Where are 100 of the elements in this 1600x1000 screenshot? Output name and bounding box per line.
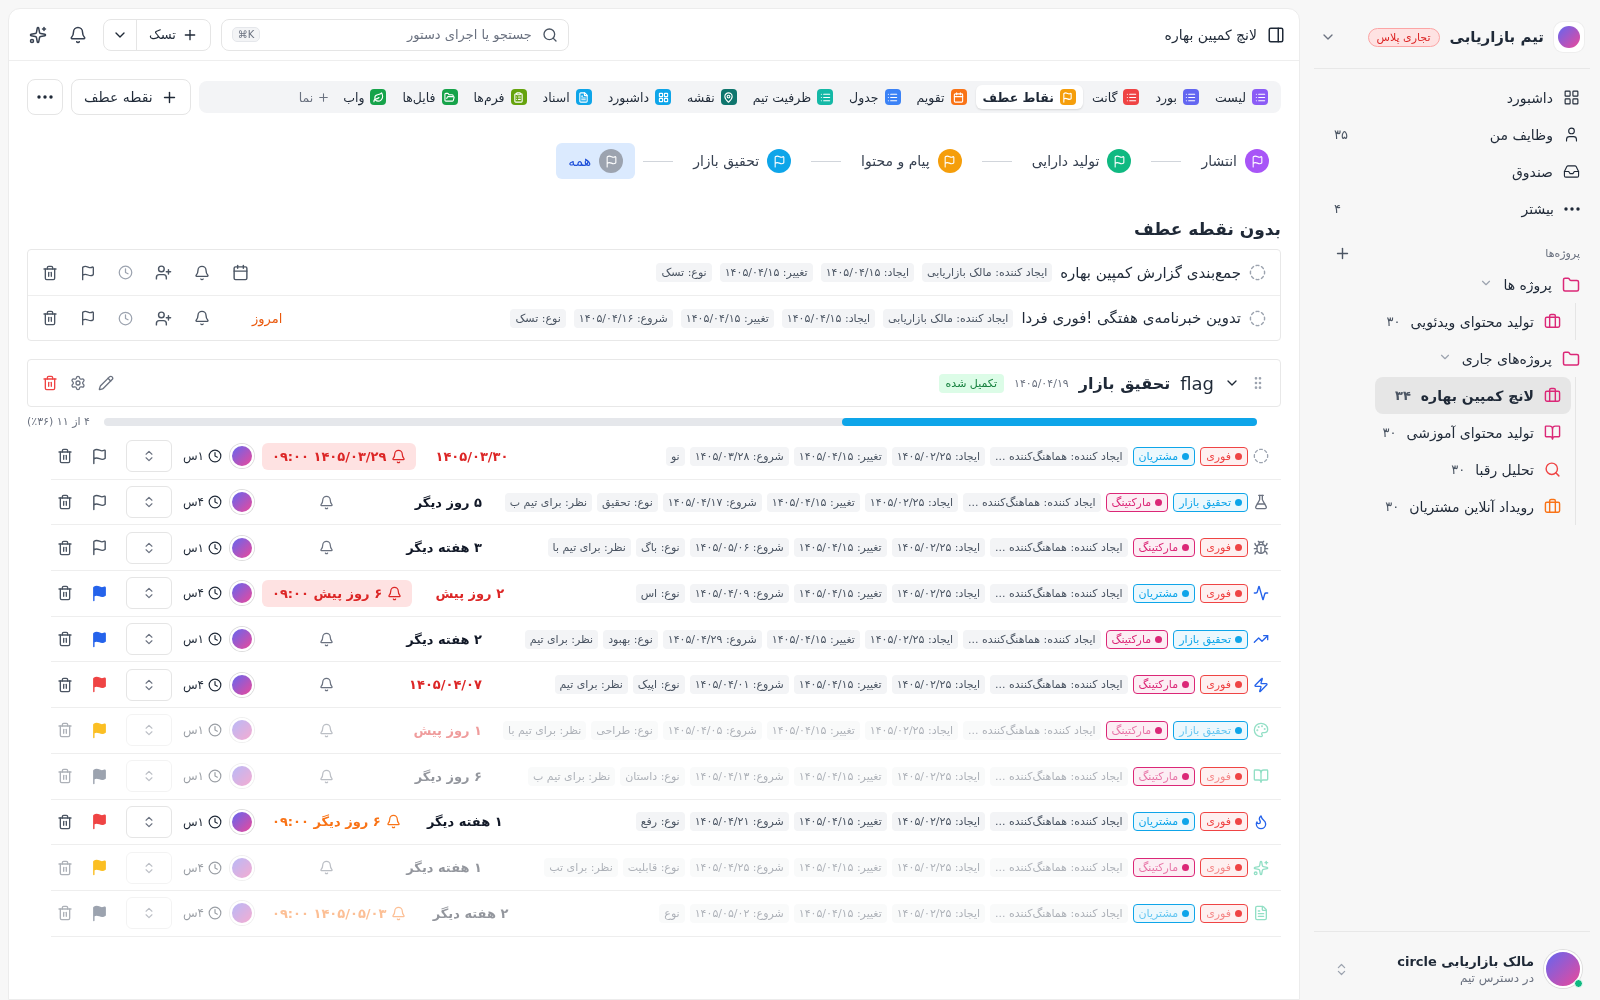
task-row[interactable]: تحقیق بازار مارکتینگ ایجاد کننده: هماهنگ‌کننده ... ایجاد: ۱۴۰۵/۰۲/۲۵ تغییر: ۱۴۰۵/۰۴/۱۵ شروع: ۱۴۰۵/۰۴/۲۹ نوع: بهبود نظر: برای تیم ۲ هفته دیگر ۱س bbox=[51, 616, 1281, 663]
delete-icon[interactable] bbox=[42, 310, 58, 326]
folder-item[interactable]: پروژه‌های جاری bbox=[1417, 340, 1590, 377]
view-tab[interactable]: فایل‌ها bbox=[395, 85, 465, 109]
project-item[interactable]: تولید محتوای آموزشی ۳۰ bbox=[1362, 414, 1571, 451]
due-date: ۲ هفته دیگر bbox=[431, 905, 509, 921]
milestone-filter[interactable]: پیام و محتوا bbox=[849, 143, 974, 179]
view-tab[interactable]: واب bbox=[336, 85, 394, 109]
add-view-button[interactable]: نما bbox=[294, 89, 335, 105]
task-row[interactable]: فوری مارکتینگ ایجاد کننده: هماهنگ‌کننده ... ایجاد: ۱۴۰۵/۰۲/۲۵ تغییر: ۱۴۰۵/۰۴/۱۵ شروع: ۱۴۰۵/۰۴/۰۱ نوع: اپیک نظر: برای تیم ۱۴۰۵/۰۴/۰۷ ۴س bbox=[51, 662, 1281, 709]
milestone-filter[interactable]: همه bbox=[556, 143, 636, 179]
view-tab[interactable]: نقاط عطف bbox=[975, 85, 1083, 109]
task-row[interactable]: تحقیق بازار مارکتینگ ایجاد کننده: هماهنگ‌کننده ... ایجاد: ۱۴۰۵/۰۲/۲۵ تغییر: ۱۴۰۵/۰۴/۱۵ شروع: ۱۴۰۵/۰۴/۱۷ نوع: تحقیق نظر: برای تیم ب ۵ روز دیگر ۴س bbox=[51, 479, 1281, 526]
delete-icon[interactable] bbox=[57, 813, 73, 830]
clock-icon bbox=[208, 723, 222, 738]
edit-icon[interactable] bbox=[98, 375, 114, 391]
milestone-filter[interactable]: تولید دارایی bbox=[1019, 143, 1144, 179]
user-icon bbox=[1563, 126, 1580, 143]
assign-icon[interactable] bbox=[155, 309, 172, 327]
flag-icon[interactable] bbox=[91, 584, 108, 602]
task-row[interactable]: فوری مشتریان ایجاد کننده: هماهنگ‌کننده ... ایجاد: ۱۴۰۵/۰۲/۲۵ تغییر: ۱۴۰۵/۰۴/۱۵ شروع: ۱۴۰۵/۰۴/۲۱ نوع: رفع ۱ هفته دیگر ۶ روز دیگر ۰۹:۰۰ ۱س bbox=[51, 799, 1281, 846]
nav-item[interactable]: بیشتر ۴ bbox=[1314, 190, 1590, 227]
delete-icon[interactable] bbox=[57, 631, 73, 648]
flag-icon[interactable] bbox=[91, 813, 108, 831]
section-label: پروژه‌ها bbox=[1545, 247, 1580, 260]
view-tab[interactable]: لیست bbox=[1208, 85, 1275, 109]
sidebar-toggle-icon[interactable] bbox=[1267, 25, 1285, 44]
delete-icon[interactable] bbox=[57, 448, 73, 465]
view-tab[interactable]: فرم‌ها bbox=[466, 85, 534, 109]
avatar bbox=[230, 627, 254, 652]
dashed-circle-icon[interactable] bbox=[1249, 264, 1266, 281]
view-tab[interactable]: داشبورد bbox=[600, 85, 679, 109]
settings-icon[interactable] bbox=[70, 375, 86, 391]
task-row[interactable]: فوری مشتریان ایجاد کننده: هماهنگ‌کننده ... ایجاد: ۱۴۰۵/۰۲/۲۵ تغییر: ۱۴۰۵/۰۴/۱۵ شروع: ۱۴۰۵/۰۴/۰۹ نوع: اس ۲ روز پیش ۶ روز پیش ۰۹:۰۰ ۴س bbox=[51, 571, 1281, 617]
avatar bbox=[230, 490, 254, 515]
milestone-filter[interactable]: انتشار bbox=[1189, 143, 1281, 179]
due-date: امروز bbox=[252, 310, 283, 326]
reminder[interactable]: ۶ روز پیش ۰۹:۰۰ bbox=[262, 579, 413, 607]
estimate-text: ۱س bbox=[182, 814, 204, 829]
flag-icon[interactable] bbox=[80, 310, 96, 326]
flag-icon[interactable] bbox=[80, 264, 96, 281]
view-tab[interactable]: بورد bbox=[1148, 85, 1206, 109]
flag-icon[interactable] bbox=[91, 447, 108, 465]
meta-chip: نظر: برای تیم bbox=[554, 675, 628, 695]
search-input[interactable]: جستجو یا اجرای دستور bbox=[268, 26, 534, 43]
view-tab[interactable]: ظرفیت تیم bbox=[745, 85, 841, 109]
tag: فوری bbox=[1200, 858, 1248, 878]
flag-icon[interactable] bbox=[91, 539, 108, 557]
delete-icon[interactable] bbox=[42, 264, 58, 281]
assign-icon[interactable] bbox=[155, 264, 172, 281]
clock-icon[interactable] bbox=[118, 310, 133, 326]
tag: مشتریان bbox=[1132, 446, 1196, 466]
delete-icon[interactable] bbox=[42, 375, 58, 391]
nav-item[interactable]: داشبورد bbox=[1314, 79, 1590, 116]
bell-icon bbox=[318, 860, 334, 876]
avatar bbox=[230, 672, 254, 697]
view-tab[interactable]: نقشه bbox=[680, 85, 744, 109]
flame-icon bbox=[1253, 813, 1269, 830]
clock-icon[interactable] bbox=[118, 265, 133, 280]
view-tab[interactable]: اسناد bbox=[535, 85, 599, 109]
milestone-filter[interactable]: تحقیق بازار bbox=[681, 143, 804, 179]
project-item[interactable]: تحلیل رقبا ۳۰ bbox=[1431, 451, 1571, 488]
view-tab[interactable]: تقویم bbox=[909, 85, 974, 109]
project-item[interactable]: لانچ کمپین بهاره ۳۴ bbox=[1374, 377, 1571, 414]
view-tab[interactable]: جدول bbox=[842, 85, 908, 109]
task-row[interactable]: فوری مارکتینگ ایجاد کننده: هماهنگ‌کننده ... ایجاد: ۱۴۰۵/۰۲/۲۵ تغییر: ۱۴۰۵/۰۴/۱۵ شروع: ۱۴۰۵/۰۵/۰۶ نوع: باگ نظر: برای تیم با ۳ هفته دیگر ۱س bbox=[51, 525, 1281, 572]
flag-icon[interactable] bbox=[91, 493, 108, 511]
more-button[interactable] bbox=[27, 79, 63, 115]
meta-chip: شروع: ۱۴۰۵/۰۴/۱۷ bbox=[662, 492, 762, 512]
add-icon[interactable] bbox=[1334, 245, 1351, 262]
tag: مارکتینگ bbox=[1105, 492, 1169, 512]
dashed-circle-icon[interactable] bbox=[1249, 309, 1266, 327]
delete-icon[interactable] bbox=[57, 539, 73, 556]
project-item[interactable]: تولید محتوای ویدئویی ۳۰ bbox=[1366, 303, 1571, 340]
delete-icon[interactable] bbox=[57, 494, 73, 511]
calendar-icon[interactable] bbox=[232, 264, 249, 281]
reminder[interactable]: ۱۴۰۵/۰۳/۲۹ ۰۹:۰۰ bbox=[262, 442, 417, 470]
meta-chip: تغییر: ۱۴۰۵/۰۴/۱۵ bbox=[793, 538, 887, 558]
due-date: ۳ هفته دیگر bbox=[404, 540, 482, 556]
flag-icon[interactable] bbox=[91, 676, 108, 694]
nav-item[interactable]: صندوق bbox=[1314, 153, 1590, 190]
meta-chip: تغییر: ۱۴۰۵/۰۴/۱۵ bbox=[719, 263, 813, 282]
bell-icon[interactable] bbox=[194, 310, 210, 326]
flag-icon[interactable] bbox=[91, 630, 108, 648]
tag: مارکتینگ bbox=[1132, 675, 1196, 695]
folder-item[interactable]: پروژه ها bbox=[1459, 266, 1590, 303]
meta-chip: ایجاد: ۱۴۰۵/۰۲/۲۵ bbox=[891, 675, 986, 695]
view-tab[interactable]: گانت bbox=[1084, 85, 1147, 109]
delete-icon[interactable] bbox=[57, 676, 73, 693]
bell-icon bbox=[318, 631, 334, 647]
bell-icon[interactable] bbox=[194, 264, 210, 281]
tag: تحقیق بازار bbox=[1173, 492, 1248, 512]
project-item[interactable]: رویداد آنلاین مشتریان ۳۰ bbox=[1365, 488, 1571, 525]
add-milestone-button[interactable]: نقطه عطف bbox=[71, 79, 191, 115]
meta-chip: نظر: برای تب bbox=[544, 858, 618, 878]
task-row[interactable]: فوری مشتریان ایجاد کننده: هماهنگ‌کننده ... ایجاد: ۱۴۰۵/۰۲/۲۵ تغییر: ۱۴۰۵/۰۴/۱۵ شروع: ۱۴۰۵/۰۳/۲۸ نو ۱۴۰۵/۰۳/۳۰ ۱۴۰۵/۰۳/۲۹ ۰۹:۰۰ ۱س bbox=[51, 434, 1281, 480]
estimate-text: ۴س bbox=[182, 906, 204, 921]
avatar bbox=[230, 764, 254, 789]
delete-icon[interactable] bbox=[57, 585, 73, 602]
nav-item[interactable]: وظایف من ۳۵ bbox=[1314, 116, 1590, 153]
